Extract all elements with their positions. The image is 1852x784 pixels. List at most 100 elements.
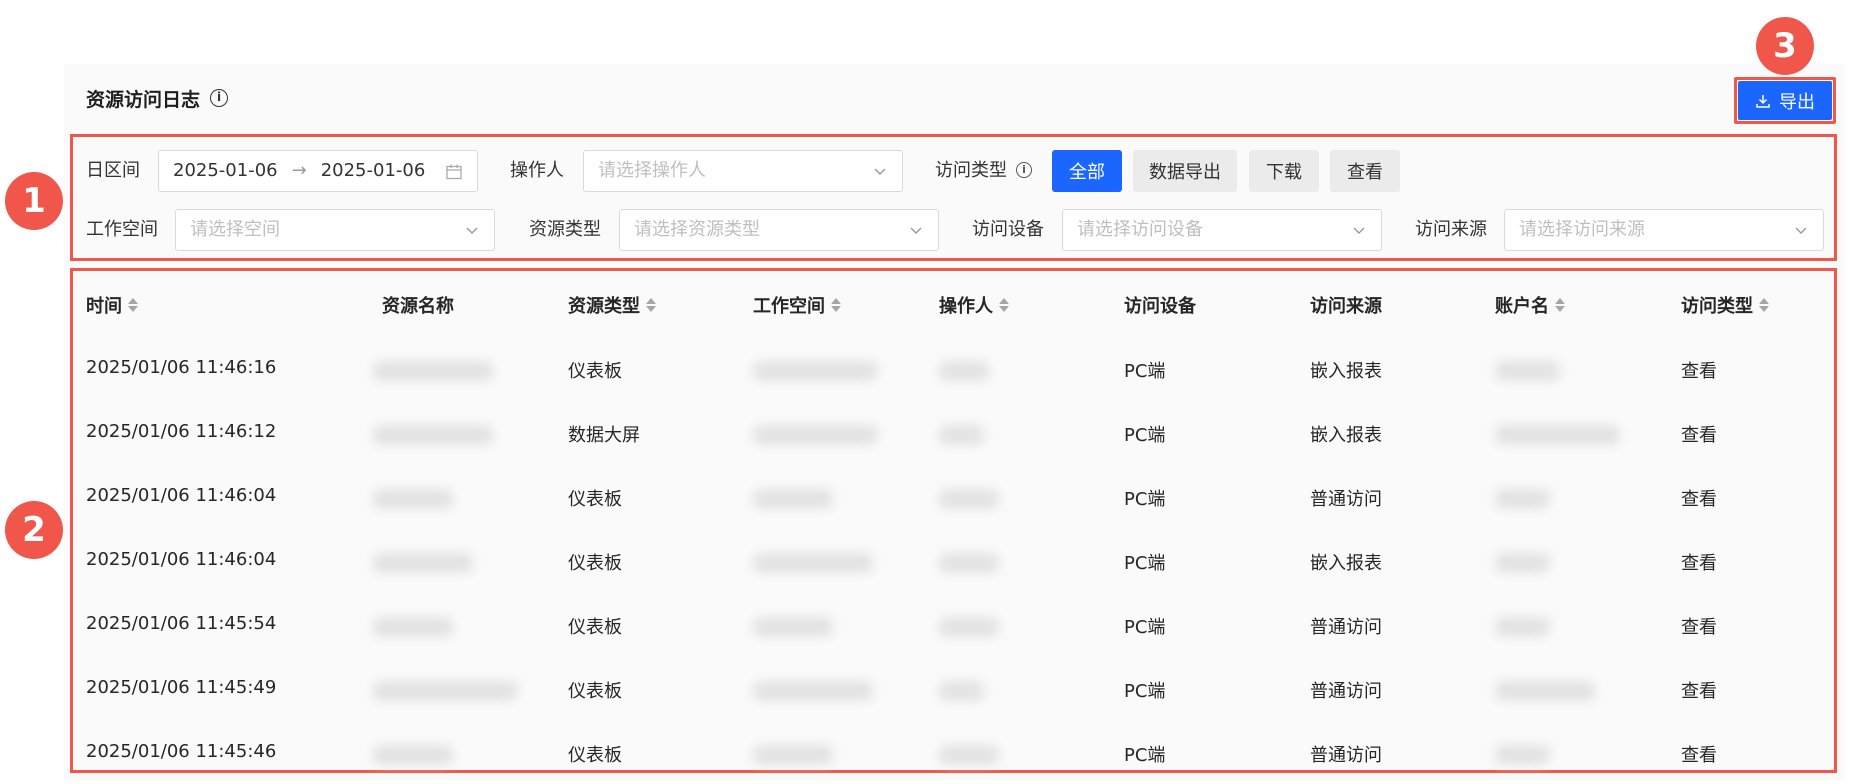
cell-resource-type: 仪表板 [568,361,622,382]
table-row[interactable]: 2025/01/06 11:45:49 仪表板 PC端 普通访问 查看 [73,657,1834,721]
cell-source: 普通访问 [1310,489,1382,510]
table-row[interactable]: 2025/01/06 11:45:46 仪表板 PC端 普通访问 查看 [73,721,1834,771]
chevron-down-icon [466,227,478,234]
chevron-down-icon [874,168,886,175]
cell-access-type: 查看 [1681,745,1717,766]
annotation-badge-1: 1 [5,172,63,230]
cell-access-type: 查看 [1681,617,1717,638]
cell-time: 2025/01/06 11:46:04 [86,485,277,506]
chevron-down-icon [1795,227,1807,234]
redacted-resource-name [373,489,453,509]
column-header-time-label: 时间 [86,296,122,317]
date-start[interactable]: 2025-01-06 [173,160,278,181]
cell-access-type: 查看 [1681,361,1717,382]
cell-source: 普通访问 [1310,681,1382,702]
redacted-operator [939,425,984,445]
sort-icon[interactable] [1759,297,1769,313]
cell-device: PC端 [1124,617,1166,638]
cell-access-type: 查看 [1681,489,1717,510]
column-header-device-label: 访问设备 [1124,296,1196,317]
cell-resource-type: 仪表板 [568,553,622,574]
sort-icon[interactable] [999,297,1009,313]
cell-time: 2025/01/06 11:46:04 [86,549,277,570]
access-type-all-button[interactable]: 全部 [1052,150,1122,192]
access-type-label: 访问类型 [935,160,1007,181]
sort-icon[interactable] [646,297,656,313]
redacted-workspace [753,745,833,765]
export-button[interactable]: 导出 [1738,81,1832,120]
info-icon[interactable]: i [210,89,229,107]
redacted-workspace [753,425,878,445]
sort-icon[interactable] [128,297,138,313]
table-row[interactable]: 2025/01/06 11:46:04 仪表板 PC端 普通访问 查看 [73,465,1834,529]
redacted-account [1495,617,1550,637]
access-type-download-button[interactable]: 下载 [1249,150,1319,192]
column-header-time[interactable]: 时间 [86,290,138,320]
access-type-export-button[interactable]: 数据导出 [1133,150,1237,192]
redacted-operator [939,489,999,509]
date-range-picker[interactable]: 2025-01-06 → 2025-01-06 [158,150,478,192]
redacted-operator [939,553,999,573]
cell-time: 2025/01/06 11:45:54 [86,613,277,634]
table-row[interactable]: 2025/01/06 11:46:12 数据大屏 PC端 嵌入报表 查看 [73,401,1834,465]
redacted-workspace [753,553,873,573]
column-header-access-type-label: 访问类型 [1681,296,1753,317]
operator-select[interactable]: 请选择操作人 [583,150,903,192]
redacted-operator [939,361,989,381]
redacted-workspace [753,681,873,701]
column-header-resource-name: 资源名称 [382,290,454,320]
source-select[interactable]: 请选择访问来源 [1504,209,1824,251]
cell-resource-type: 仪表板 [568,489,622,510]
operator-label: 操作人 [510,160,564,181]
cell-source: 嵌入报表 [1310,361,1382,382]
device-placeholder: 请选择访问设备 [1077,219,1203,240]
cell-device: PC端 [1124,745,1166,766]
workspace-label: 工作空间 [86,219,158,240]
redacted-account [1495,425,1620,445]
device-select[interactable]: 请选择访问设备 [1062,209,1382,251]
title-row: 资源访问日志 i [86,80,229,116]
source-label: 访问来源 [1415,219,1487,240]
cell-access-type: 查看 [1681,681,1717,702]
redacted-account [1495,489,1550,509]
column-header-source-label: 访问来源 [1310,296,1382,317]
column-header-workspace-label: 工作空间 [753,296,825,317]
cell-resource-type: 数据大屏 [568,425,640,446]
table-row[interactable]: 2025/01/06 11:46:04 仪表板 PC端 嵌入报表 查看 [73,529,1834,593]
sort-icon[interactable] [831,297,841,313]
cell-access-type: 查看 [1681,425,1717,446]
column-header-resource-type[interactable]: 资源类型 [568,290,656,320]
column-header-access-type[interactable]: 访问类型 [1681,290,1769,320]
date-end[interactable]: 2025-01-06 [321,160,426,181]
cell-device: PC端 [1124,681,1166,702]
redacted-resource-name [373,617,453,637]
redacted-resource-name [373,681,518,701]
redacted-workspace [753,361,878,381]
column-header-operator[interactable]: 操作人 [939,290,1009,320]
cell-device: PC端 [1124,425,1166,446]
redacted-workspace [753,489,833,509]
access-type-info-icon[interactable]: i [1016,162,1032,178]
annotation-badge-3: 3 [1756,17,1814,75]
cell-device: PC端 [1124,489,1166,510]
column-header-workspace[interactable]: 工作空间 [753,290,841,320]
cell-time: 2025/01/06 11:45:49 [86,677,277,698]
access-type-view-button[interactable]: 查看 [1330,150,1400,192]
redacted-resource-name [373,745,453,765]
redacted-resource-name [373,425,493,445]
redacted-resource-name [373,553,473,573]
redacted-account [1495,745,1550,765]
table-row[interactable]: 2025/01/06 11:45:54 仪表板 PC端 普通访问 查看 [73,593,1834,657]
table-row[interactable]: 2025/01/06 11:46:16 仪表板 PC端 嵌入报表 查看 [73,337,1834,401]
cell-resource-type: 仪表板 [568,681,622,702]
sort-icon[interactable] [1555,297,1565,313]
cell-source: 嵌入报表 [1310,425,1382,446]
resource-type-select[interactable]: 请选择资源类型 [619,209,939,251]
column-header-account[interactable]: 账户名 [1495,290,1565,320]
cell-access-type: 查看 [1681,553,1717,574]
column-header-resource-type-label: 资源类型 [568,296,640,317]
cell-time: 2025/01/06 11:46:16 [86,357,277,378]
workspace-select[interactable]: 请选择空间 [175,209,495,251]
cell-source: 嵌入报表 [1310,553,1382,574]
cell-device: PC端 [1124,361,1166,382]
